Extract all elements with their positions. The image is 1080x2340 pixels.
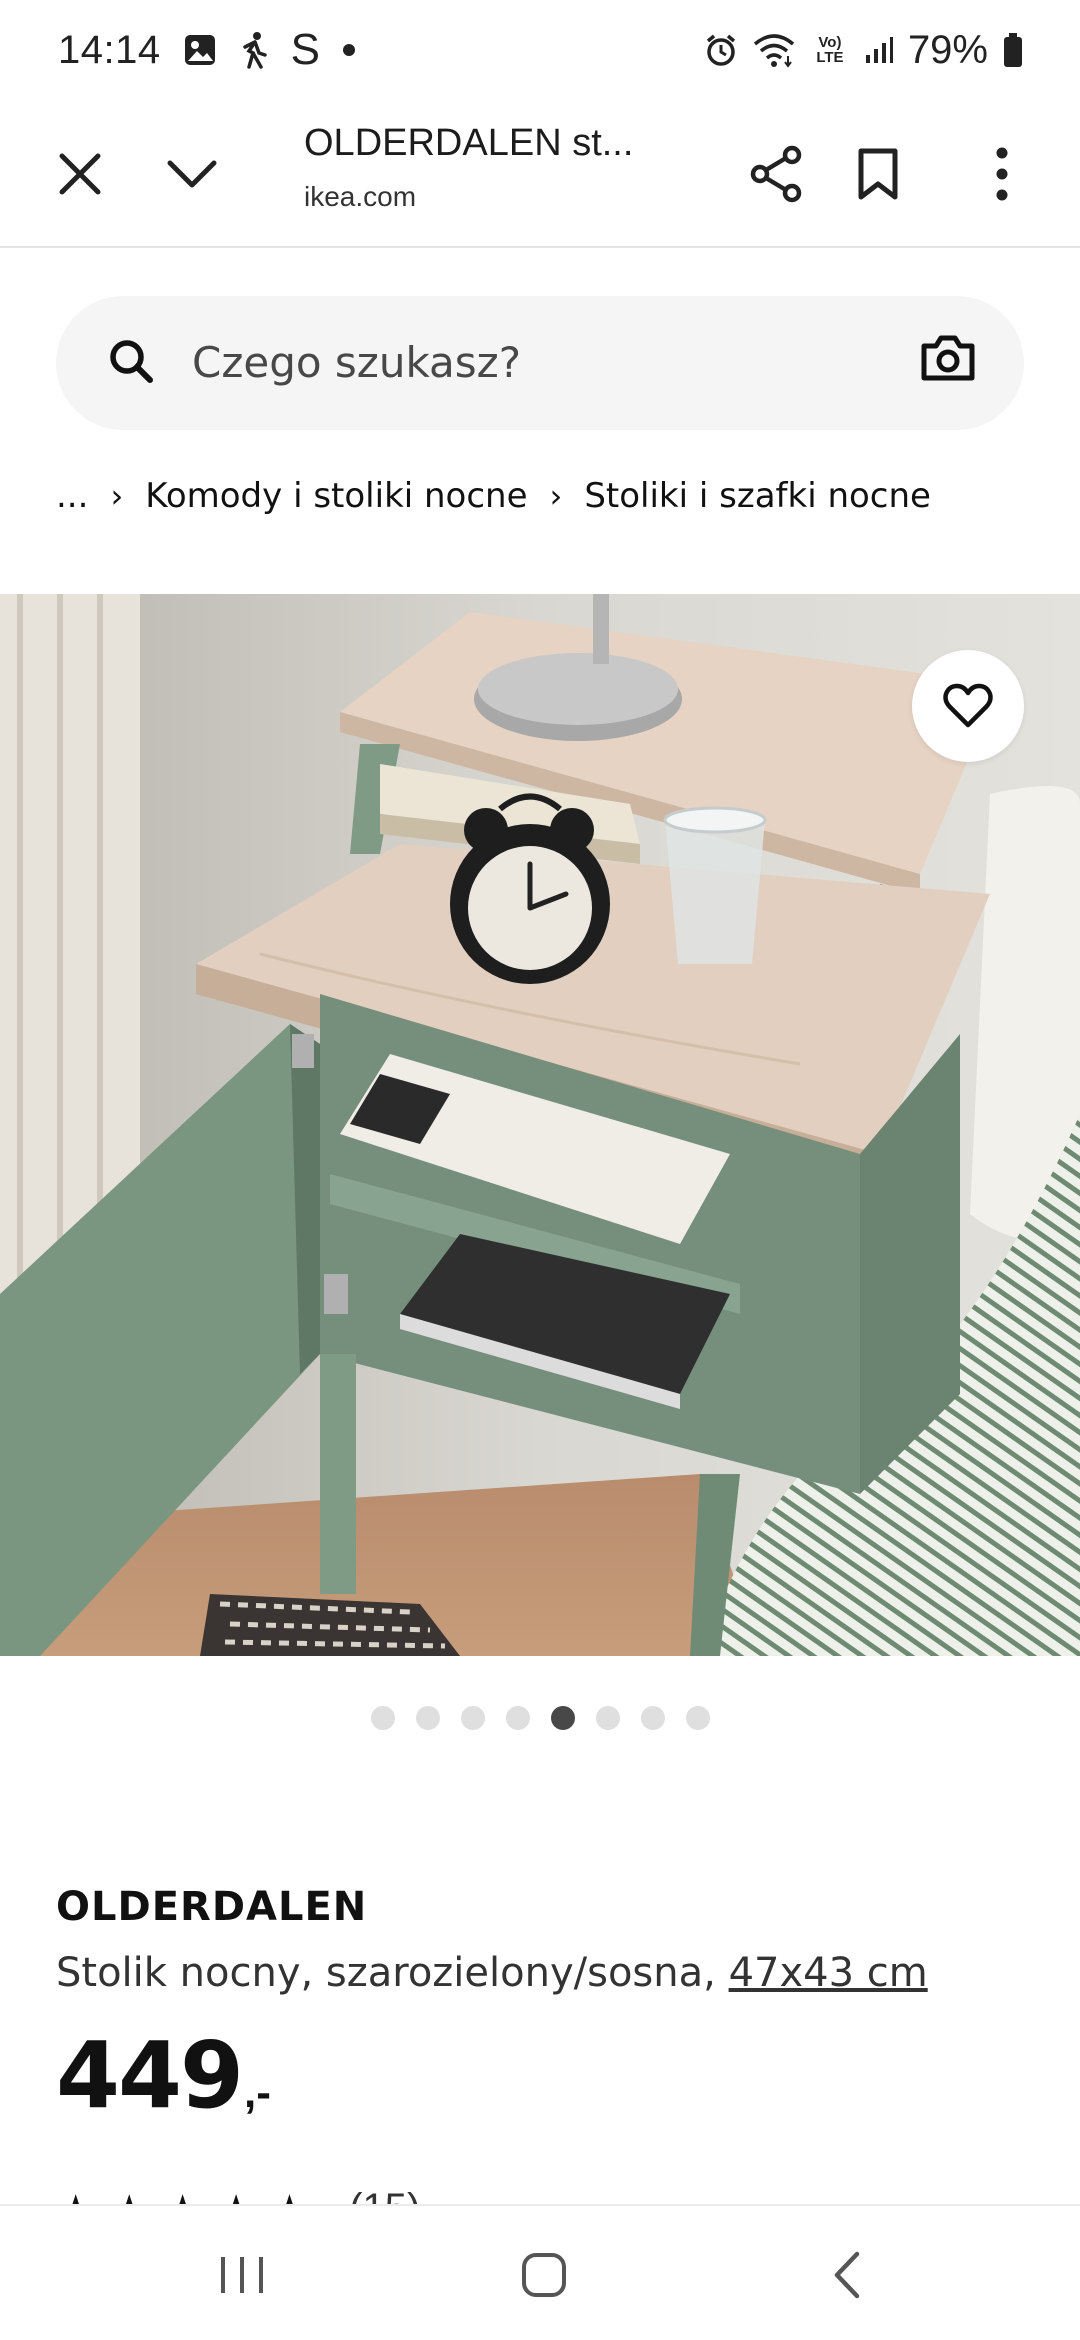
s-app-icon: S bbox=[290, 25, 320, 74]
wifi-icon bbox=[752, 32, 796, 68]
custom-tab-toolbar: OLDERDALEN st... ikea.com bbox=[0, 100, 1080, 248]
minimize-button[interactable] bbox=[152, 134, 232, 214]
carousel-dot[interactable] bbox=[685, 1706, 710, 1730]
breadcrumb-item-stoliki[interactable]: Stoliki i szafki nocne bbox=[584, 476, 931, 516]
more-vertical-icon bbox=[996, 147, 1008, 201]
status-left: 14:14 S bbox=[58, 25, 356, 75]
status-bar: 14:14 S Vo) LTE 79% bbox=[0, 0, 1080, 100]
home-button[interactable] bbox=[504, 2240, 584, 2310]
gallery-icon bbox=[183, 33, 217, 67]
volte-label: Vo) LTE bbox=[816, 34, 844, 66]
product-image[interactable] bbox=[0, 594, 1080, 1656]
back-icon bbox=[834, 2251, 860, 2299]
share-button[interactable] bbox=[736, 134, 816, 214]
carousel-dot[interactable] bbox=[595, 1706, 620, 1730]
product-description-text: Stolik nocny, szarozielony/sosna, bbox=[56, 1950, 716, 1996]
tab-title: OLDERDALEN st... bbox=[304, 122, 634, 164]
share-icon bbox=[750, 145, 802, 203]
system-nav-bar bbox=[0, 2204, 1080, 2340]
search-icon bbox=[106, 336, 158, 393]
heart-icon bbox=[943, 683, 993, 728]
dot-icon bbox=[342, 43, 356, 57]
carousel-dot[interactable] bbox=[415, 1706, 440, 1730]
price-suffix: ,- bbox=[244, 2068, 271, 2117]
chevron-down-icon bbox=[167, 160, 217, 188]
tab-title-block[interactable]: OLDERDALEN st... ikea.com bbox=[304, 122, 704, 213]
breadcrumb-item-komody[interactable]: Komody i stoliki nocne bbox=[145, 476, 527, 516]
back-button[interactable] bbox=[806, 2240, 886, 2310]
chevron-right-icon: › bbox=[110, 477, 124, 515]
favourite-button[interactable] bbox=[912, 650, 1024, 762]
alarm-icon bbox=[704, 33, 738, 67]
walking-icon bbox=[239, 31, 269, 69]
close-icon bbox=[59, 153, 101, 195]
status-time: 14:14 bbox=[58, 27, 161, 72]
product-size-link[interactable]: 47x43 cm bbox=[729, 1950, 928, 1996]
carousel-dot[interactable] bbox=[505, 1706, 530, 1730]
bookmark-button[interactable] bbox=[838, 134, 918, 214]
signal-icon bbox=[864, 35, 894, 65]
tab-url: ikea.com bbox=[304, 181, 417, 212]
search-input[interactable]: Czego szukasz? bbox=[192, 338, 521, 387]
breadcrumb: ... › Komody i stoliki nocne › Stoliki i… bbox=[56, 476, 931, 516]
carousel-dot[interactable] bbox=[550, 1706, 575, 1730]
carousel-dot[interactable] bbox=[460, 1706, 485, 1730]
product-description: Stolik nocny, szarozielony/sosna, 47x43 … bbox=[56, 1950, 928, 1996]
search-bar[interactable]: Czego szukasz? bbox=[56, 296, 1024, 430]
camera-icon[interactable] bbox=[920, 332, 976, 387]
price-value: 449 bbox=[56, 2022, 244, 2129]
breadcrumb-ellipsis[interactable]: ... bbox=[56, 476, 88, 516]
home-icon bbox=[522, 2253, 566, 2297]
battery-percentage: 79% bbox=[907, 27, 988, 72]
product-name: OLDERDALEN bbox=[56, 1884, 368, 1930]
product-photo bbox=[0, 594, 1080, 1656]
product-price: 449 ,- bbox=[56, 2030, 271, 2122]
status-right: Vo) LTE 79% bbox=[704, 28, 1024, 73]
more-options-button[interactable] bbox=[962, 134, 1042, 214]
carousel-dot[interactable] bbox=[370, 1706, 395, 1730]
carousel-dots bbox=[0, 1706, 1080, 1730]
bookmark-icon bbox=[858, 148, 898, 200]
recent-apps-icon bbox=[221, 2257, 263, 2293]
recent-apps-button[interactable] bbox=[202, 2240, 282, 2310]
volte-icon: Vo) LTE bbox=[810, 35, 850, 65]
battery-icon bbox=[1002, 32, 1024, 68]
close-button[interactable] bbox=[40, 134, 120, 214]
chevron-right-icon: › bbox=[549, 477, 563, 515]
carousel-dot[interactable] bbox=[640, 1706, 665, 1730]
